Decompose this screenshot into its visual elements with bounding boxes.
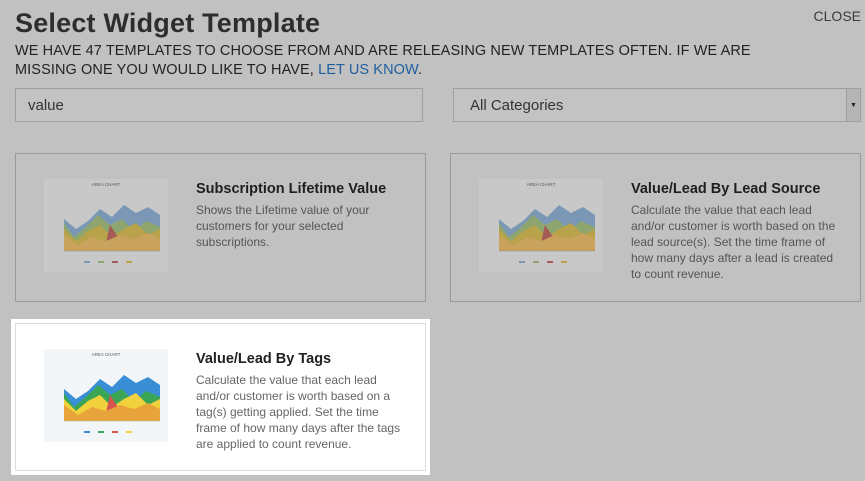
template-description: Shows the Lifetime value of your custome…	[196, 203, 370, 249]
thumbnail-title: AREA CHART	[92, 352, 121, 357]
thumbnail-title: AREA CHART	[527, 182, 556, 187]
template-title: Value/Lead By Tags	[196, 351, 332, 367]
modal-title: Select Widget Template	[15, 8, 321, 38]
area-chart-thumbnail: AREA CHART	[44, 349, 168, 442]
area-chart-thumbnail: AREA CHART	[479, 179, 603, 272]
close-button[interactable]: CLOSE	[814, 8, 861, 24]
template-description: Calculate the value that each lead and/o…	[631, 203, 836, 281]
chevron-down-icon[interactable]: ▼	[846, 89, 860, 121]
area-chart-thumbnail-graphic: AREA CHART	[64, 182, 160, 263]
category-select-value: All Categories	[470, 96, 564, 114]
template-card-value-lead-by-lead-source[interactable]: AREA CHART Value/Lead By Lead Source Cal…	[450, 153, 861, 302]
area-chart-thumbnail: AREA CHART	[44, 179, 168, 272]
area-chart-thumbnail-graphic: AREA CHART	[64, 352, 160, 433]
template-search-input[interactable]	[15, 88, 423, 122]
template-card-subscription-lifetime-value[interactable]: AREA CHART Subscription Lifetime Value S…	[15, 153, 426, 302]
intro-suffix: .	[418, 62, 423, 78]
thumbnail-title: AREA CHART	[92, 182, 121, 187]
template-title: Subscription Lifetime Value	[196, 181, 387, 197]
template-title: Value/Lead By Lead Source	[631, 181, 821, 197]
area-chart-thumbnail-graphic: AREA CHART	[499, 182, 595, 263]
template-description: Calculate the value that each lead and/o…	[196, 373, 401, 451]
intro-text: WE HAVE 47 TEMPLATES TO CHOOSE FROM AND …	[15, 42, 805, 80]
let-us-know-link[interactable]: LET US KNOW	[318, 62, 418, 78]
category-select[interactable]: All Categories ▼	[453, 88, 861, 122]
template-card-value-lead-by-tags[interactable]: AREA CHART Value/Lead By Tags Calculate …	[15, 323, 426, 471]
